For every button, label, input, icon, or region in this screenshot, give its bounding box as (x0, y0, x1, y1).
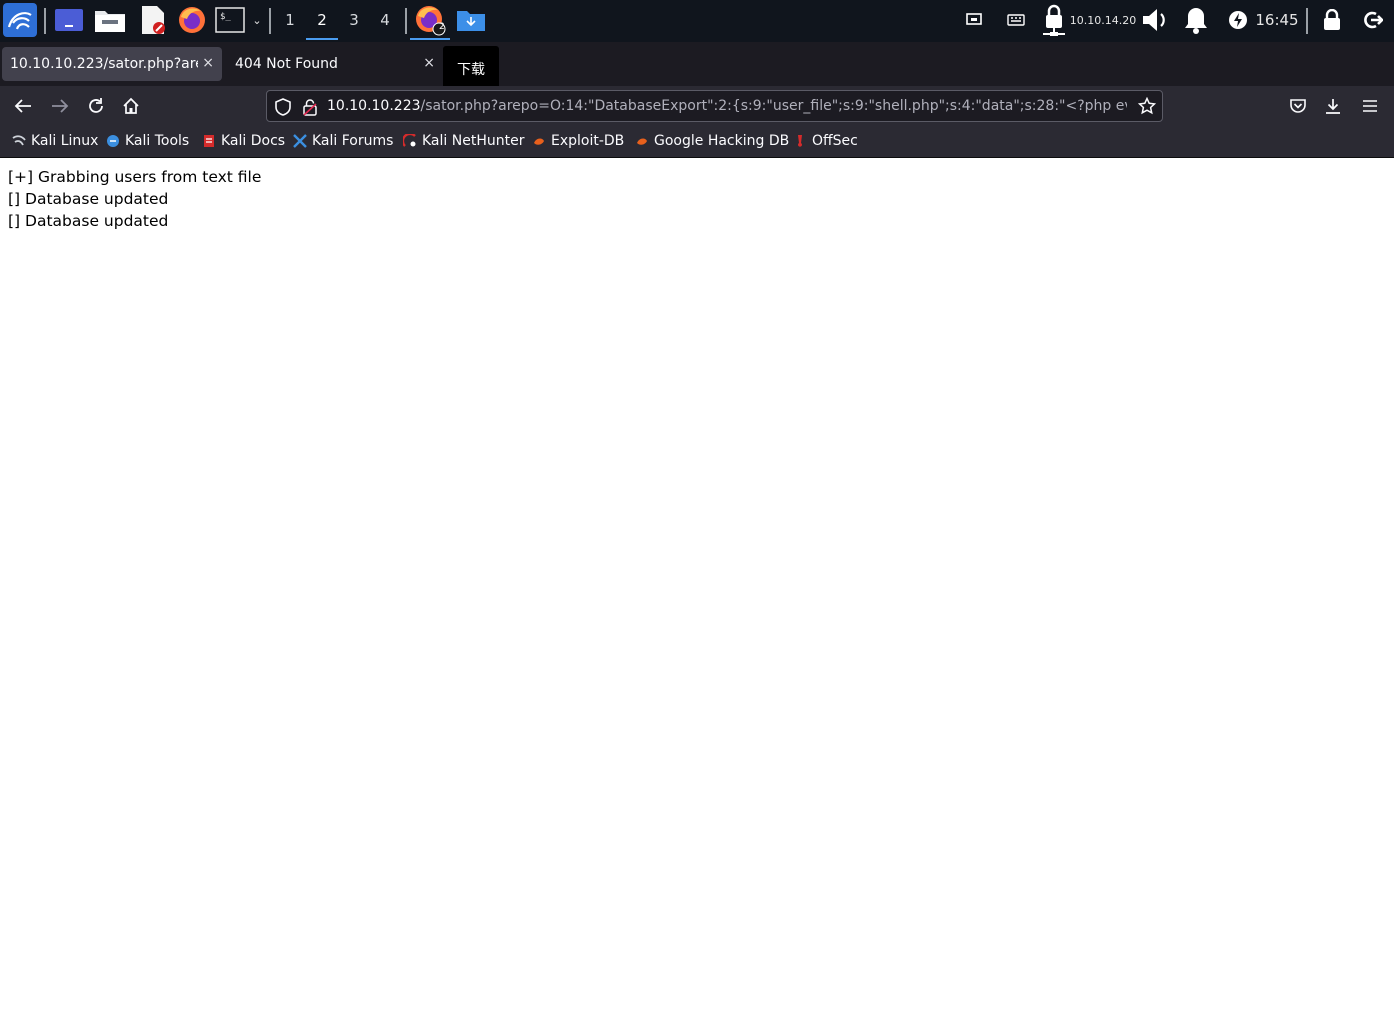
panel-separator (269, 8, 271, 34)
vpn-network-icon[interactable] (1038, 0, 1070, 40)
display-icon[interactable] (963, 0, 985, 40)
active-indicator (410, 38, 450, 40)
vpn-ip-label: 10.10.14.20 (1069, 13, 1137, 27)
show-desktop-icon[interactable] (52, 0, 86, 40)
bookmark-kali-docs[interactable]: Kali Docs (202, 130, 285, 152)
clock[interactable]: 16:45 (1254, 0, 1300, 40)
bookmark-label: Exploit-DB (551, 133, 625, 149)
panel-separator (44, 8, 46, 34)
taskbar-downloads-folder[interactable] (454, 0, 488, 40)
close-tab-icon[interactable]: × (423, 55, 435, 71)
downloads-tooltip: 下载 (443, 46, 499, 91)
bookmark-label: Google Hacking DB (654, 133, 790, 149)
forward-arrow-icon[interactable] (48, 94, 72, 118)
keyboard-icon[interactable] (1005, 0, 1027, 40)
tab-sator[interactable]: 10.10.10.223/sator.php?arepo=O:14:"Datab… (2, 47, 222, 81)
page-content: [+] Grabbing users from text file [] Dat… (0, 158, 1394, 1009)
workspace-1[interactable]: 1 (274, 0, 306, 40)
window-count-badge: 2 (439, 22, 445, 32)
tab-strip: 10.10.10.223/sator.php?arepo=O:14:"Datab… (0, 42, 1394, 115)
kali-docs-icon (204, 135, 214, 147)
output-line: [+] Grabbing users from text file (8, 168, 262, 186)
bookmark-label: Kali NetHunter (422, 133, 525, 149)
bookmark-label: Kali Docs (221, 133, 286, 149)
reload-icon[interactable] (84, 94, 108, 118)
panel-separator (405, 8, 407, 34)
bookmark-label: Kali Tools (125, 133, 190, 149)
system-panel: $_ ⌄ 1 2 3 4 2 10.10.14.20 16:45 (0, 0, 1394, 42)
bookmark-kali-linux[interactable]: Kali Linux (12, 130, 98, 152)
back-arrow-icon[interactable] (11, 94, 35, 118)
text-editor-icon[interactable] (136, 0, 170, 40)
kali-dragon-icon (12, 135, 26, 146)
home-icon[interactable] (119, 94, 143, 118)
lock-screen-icon[interactable] (1320, 0, 1344, 40)
logout-icon[interactable] (1360, 0, 1386, 40)
offsec-icon (798, 135, 802, 147)
output-line: [] Database updated (8, 190, 169, 208)
taskbar-firefox[interactable]: 2 (410, 0, 450, 40)
chevron-down-icon[interactable]: ⌄ (248, 0, 266, 40)
url-path: /sator.php?arepo=O:14:"DatabaseExport":2… (420, 98, 1127, 114)
bookmark-kali-tools[interactable]: Kali Tools (106, 130, 189, 152)
folder-download-icon (457, 11, 485, 31)
hamburger-menu-icon[interactable] (1358, 94, 1382, 118)
terminal-icon[interactable]: $_ (214, 0, 246, 40)
bookmarks-toolbar: Kali Linux Kali Tools Kali Docs Kali For… (0, 126, 1394, 158)
pocket-icon[interactable] (1286, 94, 1310, 118)
bookmark-star-icon[interactable] (1137, 96, 1157, 119)
panel-separator (1306, 8, 1308, 34)
ghdb-icon (637, 138, 647, 145)
notifications-bell-icon[interactable] (1180, 0, 1212, 40)
tab-title: 10.10.10.223/sator.php?arepo=O:14:"Datab… (10, 56, 198, 72)
exploit-db-icon (534, 138, 544, 145)
workspace-4[interactable]: 4 (369, 0, 401, 40)
navigation-toolbar: 10.10.10.223/sator.php?arepo=O:14:"Datab… (0, 86, 1394, 126)
kali-tools-icon (107, 135, 119, 147)
insecure-lock-icon[interactable] (303, 98, 317, 120)
bookmark-label: Kali Forums (312, 133, 394, 149)
volume-icon[interactable] (1139, 0, 1171, 40)
url-host: 10.10.10.223 (327, 98, 421, 114)
bookmark-label: OffSec (812, 133, 858, 149)
close-tab-icon[interactable]: × (202, 55, 214, 71)
kali-menu-icon[interactable] (2, 0, 38, 40)
power-manager-icon[interactable] (1226, 0, 1250, 40)
url-text[interactable]: 10.10.10.223/sator.php?arepo=O:14:"Datab… (327, 98, 1127, 114)
bookmark-label: Kali Linux (31, 133, 99, 149)
bookmark-offsec[interactable]: OffSec (793, 130, 858, 152)
downloads-icon[interactable] (1321, 94, 1345, 118)
workspace-2[interactable]: 2 (306, 0, 338, 40)
bookmark-google-hacking-db[interactable]: Google Hacking DB (635, 130, 789, 152)
bookmark-kali-nethunter[interactable]: Kali NetHunter (403, 130, 524, 152)
output-line: [] Database updated (8, 212, 169, 230)
url-bar[interactable]: 10.10.10.223/sator.php?arepo=O:14:"Datab… (266, 90, 1163, 122)
tracking-protection-shield-icon[interactable] (275, 98, 291, 120)
file-manager-icon[interactable] (92, 0, 128, 40)
nethunter-icon (403, 134, 416, 147)
svg-text:$_: $_ (220, 12, 231, 22)
tab-404[interactable]: 404 Not Found × (227, 47, 443, 81)
bookmark-kali-forums[interactable]: Kali Forums (293, 130, 393, 152)
firefox-launcher-icon[interactable] (174, 0, 210, 40)
workspace-3[interactable]: 3 (338, 0, 370, 40)
bookmark-exploit-db[interactable]: Exploit-DB (532, 130, 624, 152)
tab-title: 404 Not Found (235, 56, 338, 72)
kali-forums-icon (293, 134, 307, 148)
